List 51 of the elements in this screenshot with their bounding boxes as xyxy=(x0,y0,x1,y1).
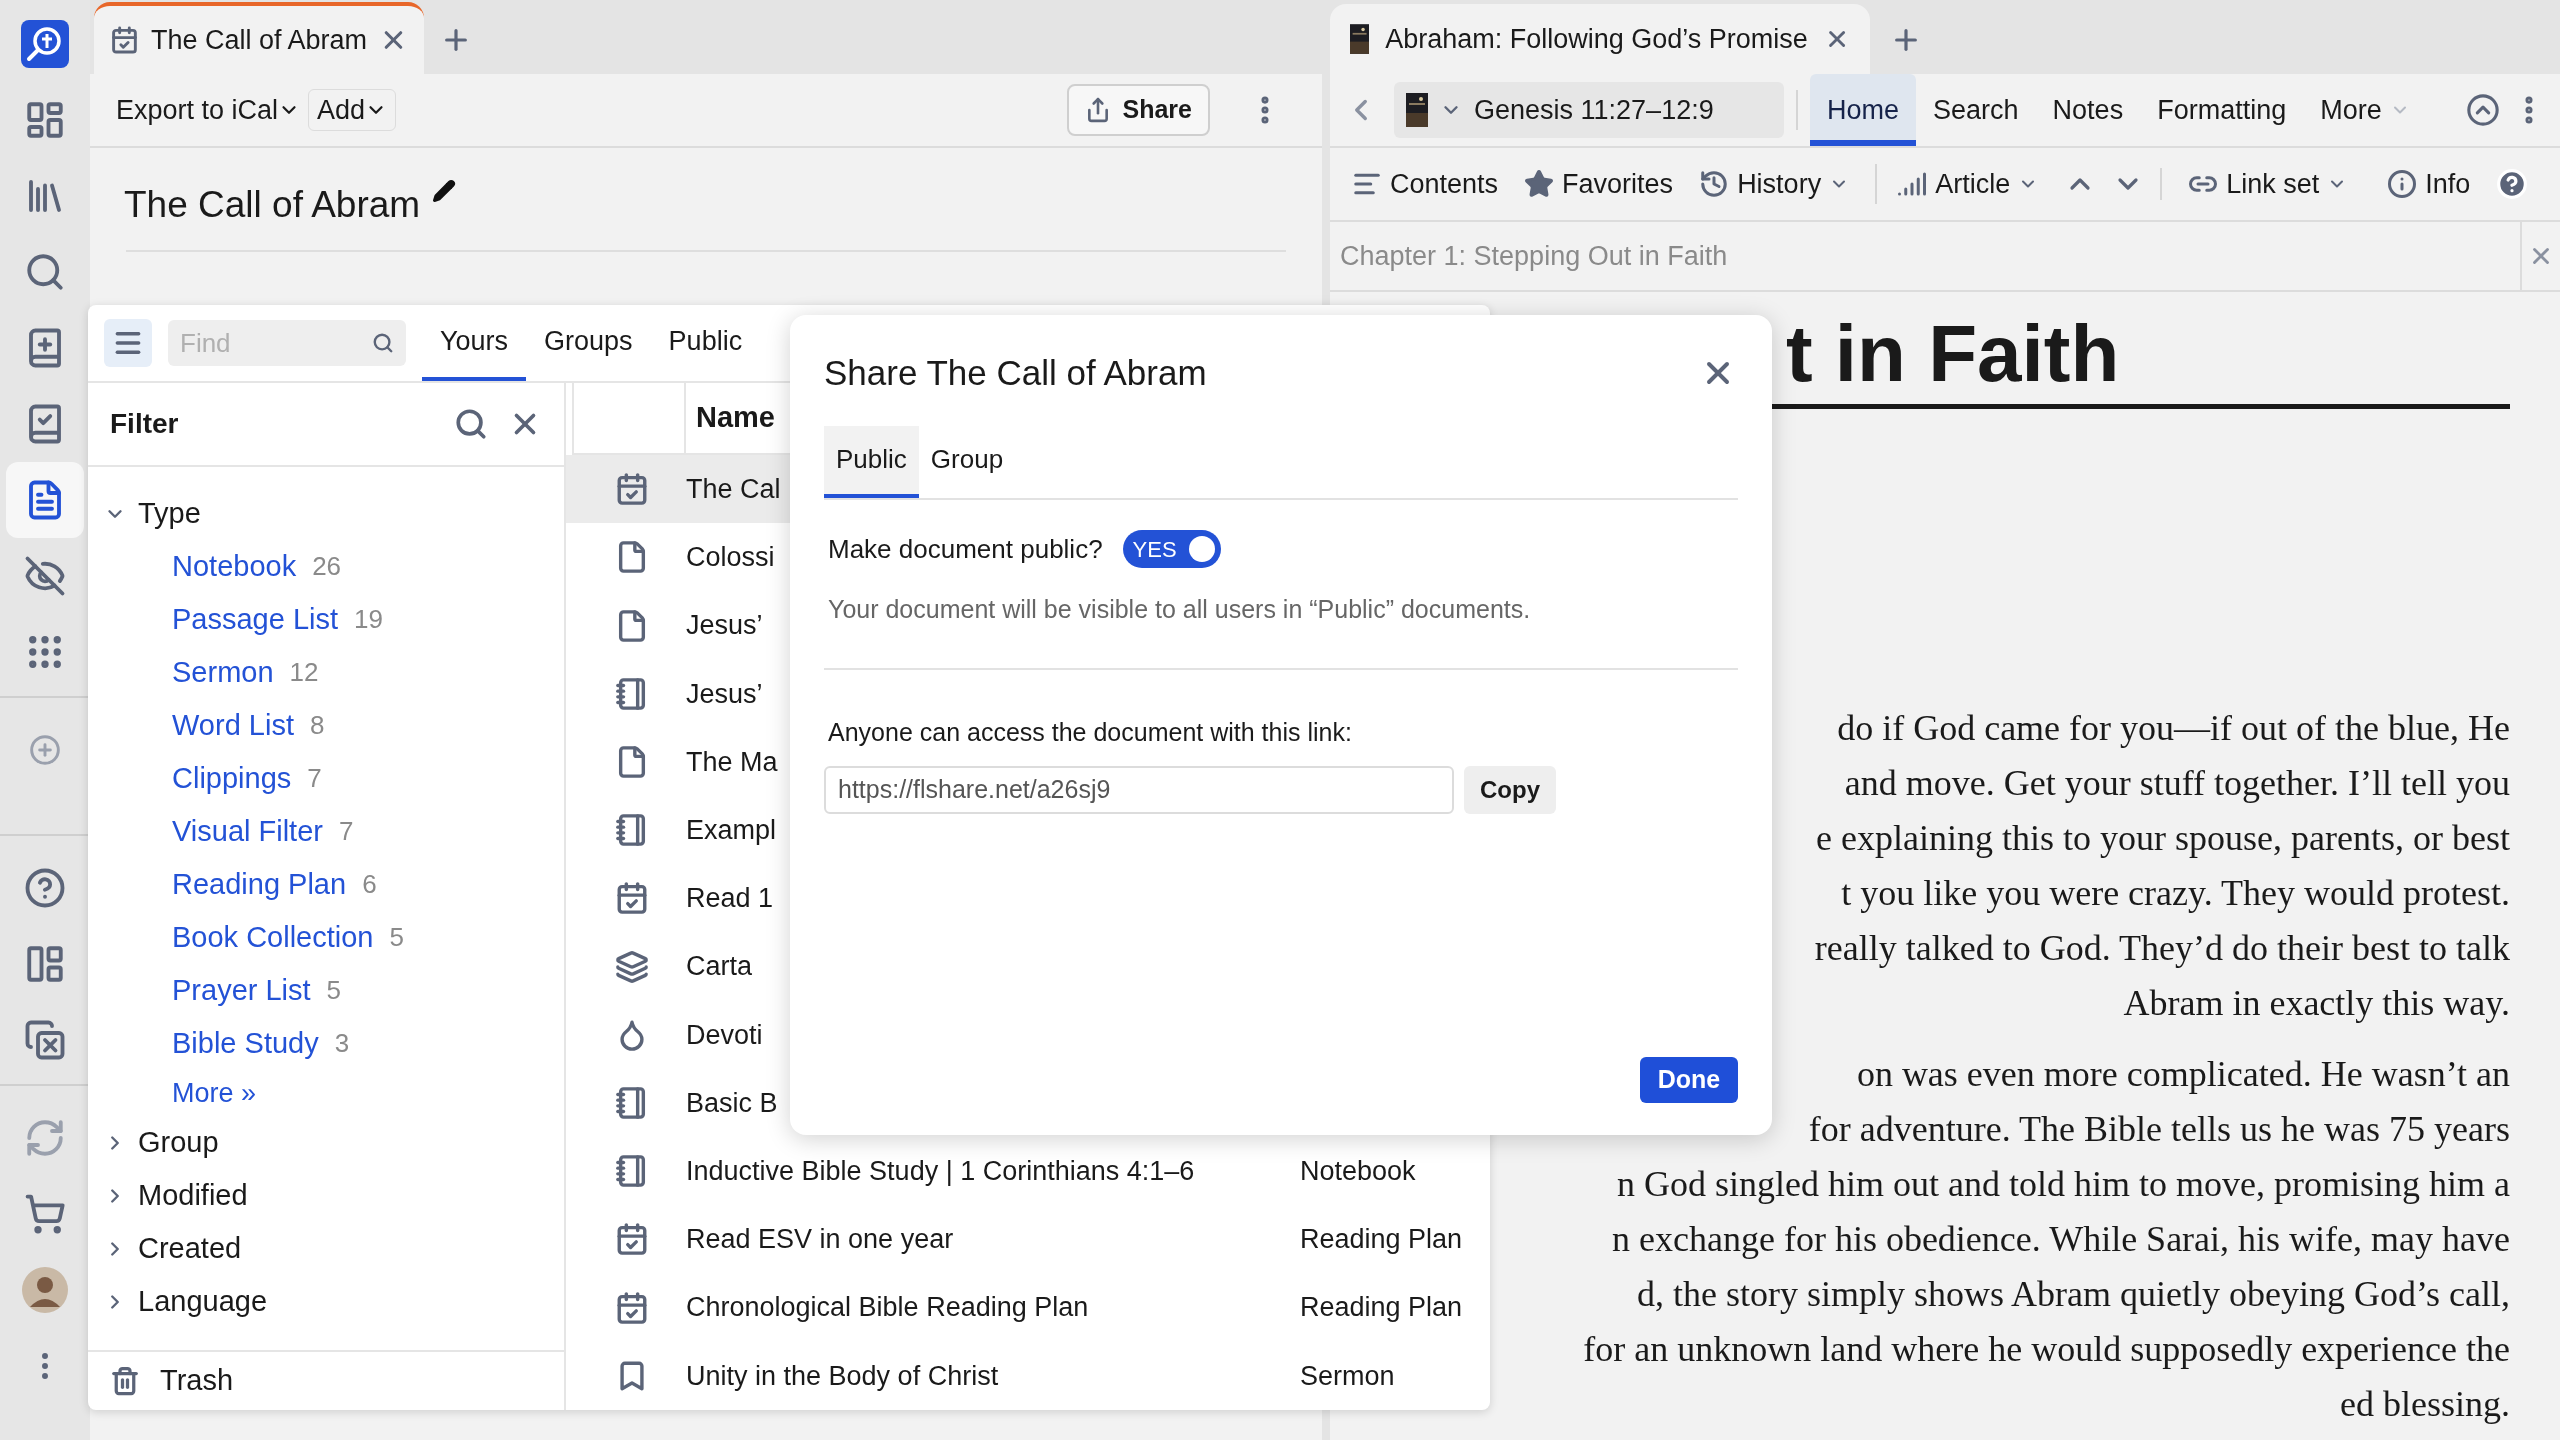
document-name: Carta xyxy=(686,950,753,984)
document-name: Chronological Bible Reading Plan xyxy=(686,1291,1089,1325)
body-text-line: really talked to God. They’d do their best to talk xyxy=(1814,927,2510,970)
body-text-line: ed blessing. xyxy=(2340,1383,2510,1426)
filter-count: 6 xyxy=(362,868,377,901)
body-text-line: for an unknown land where he would supposedly experience the xyxy=(1583,1328,2510,1371)
dialog-title: Share The Call of Abram xyxy=(824,352,1207,394)
body-text-line: and move. Get your stuff together. I’ll tell you xyxy=(1844,762,2510,805)
chapter-title: Chapter 1: Stepping Out in Faith xyxy=(1339,239,1729,273)
body-text-line: n exchange for his obedience. While Sarai, his wife, may have xyxy=(1612,1218,2510,1261)
filter-count: 19 xyxy=(354,603,383,636)
document-type: Notebook xyxy=(1300,1155,1417,1189)
tab-title: Abraham: Following God’s Promise xyxy=(1385,22,1808,56)
body-text-line: e explaining this to your spouse, parents, or best xyxy=(1816,817,2510,860)
filter-title: Filter xyxy=(110,407,179,441)
document-name: Devoti xyxy=(686,1018,763,1052)
visibility-note: Your document will be visible to all users in “Public” documents. xyxy=(827,593,1532,625)
filter-count: 7 xyxy=(338,815,354,848)
body-text-line: t you like you were crazy. They would protest. xyxy=(1841,872,2510,915)
document-name: Read ESV in one year xyxy=(686,1223,954,1257)
body-text-line: d, the story simply shows Abram quietly obeying God’s call, xyxy=(1637,1273,2510,1316)
filter-count: 12 xyxy=(289,656,319,689)
filter-count: 3 xyxy=(334,1027,350,1060)
tab-title: The Call of Abram xyxy=(150,23,368,57)
body-text-line: n God singled him out and told him to move, promising him a xyxy=(1617,1163,2510,1206)
document-type: Reading Plan xyxy=(1300,1291,1464,1325)
body-text-line: for adventure. The Bible tells us he was 75 years xyxy=(1808,1108,2510,1151)
document-name: The Cal xyxy=(686,473,781,506)
document-name: Exampl xyxy=(686,814,777,847)
document-name: Colossi xyxy=(686,541,775,575)
document-name: Jesus’ xyxy=(686,677,763,711)
document-name: Jesus’ xyxy=(686,609,763,643)
filter-count: 7 xyxy=(307,762,322,795)
filter-count: 5 xyxy=(326,974,342,1007)
document-title: The Call of Abram xyxy=(124,183,421,228)
filter-count: 8 xyxy=(309,709,325,742)
filter-count: 5 xyxy=(389,921,404,954)
document-type: Sermon xyxy=(1300,1359,1396,1393)
link-label: Anyone can access the document with this link: xyxy=(827,717,1353,748)
document-name: The Ma xyxy=(686,745,778,779)
chapter-heading: t in Faith xyxy=(1786,308,2120,400)
document-name: Basic B xyxy=(686,1086,778,1120)
document-name: Read 1 xyxy=(686,882,774,916)
toggle-label: Make document public? xyxy=(828,532,1103,566)
body-text-line: on was even more complicated. He wasn’t an xyxy=(1856,1053,2510,1096)
document-type: Reading Plan xyxy=(1300,1223,1464,1257)
document-name: Inductive Bible Study | 1 Corinthians 4:1–6 xyxy=(686,1155,1195,1189)
filter-count: 26 xyxy=(312,550,342,583)
document-name: Unity in the Body of Christ xyxy=(686,1359,999,1393)
body-text-line: Abram in exactly this way. xyxy=(2123,982,2510,1025)
body-text-line: do if God came for you—if out of the blue, He xyxy=(1837,707,2510,750)
